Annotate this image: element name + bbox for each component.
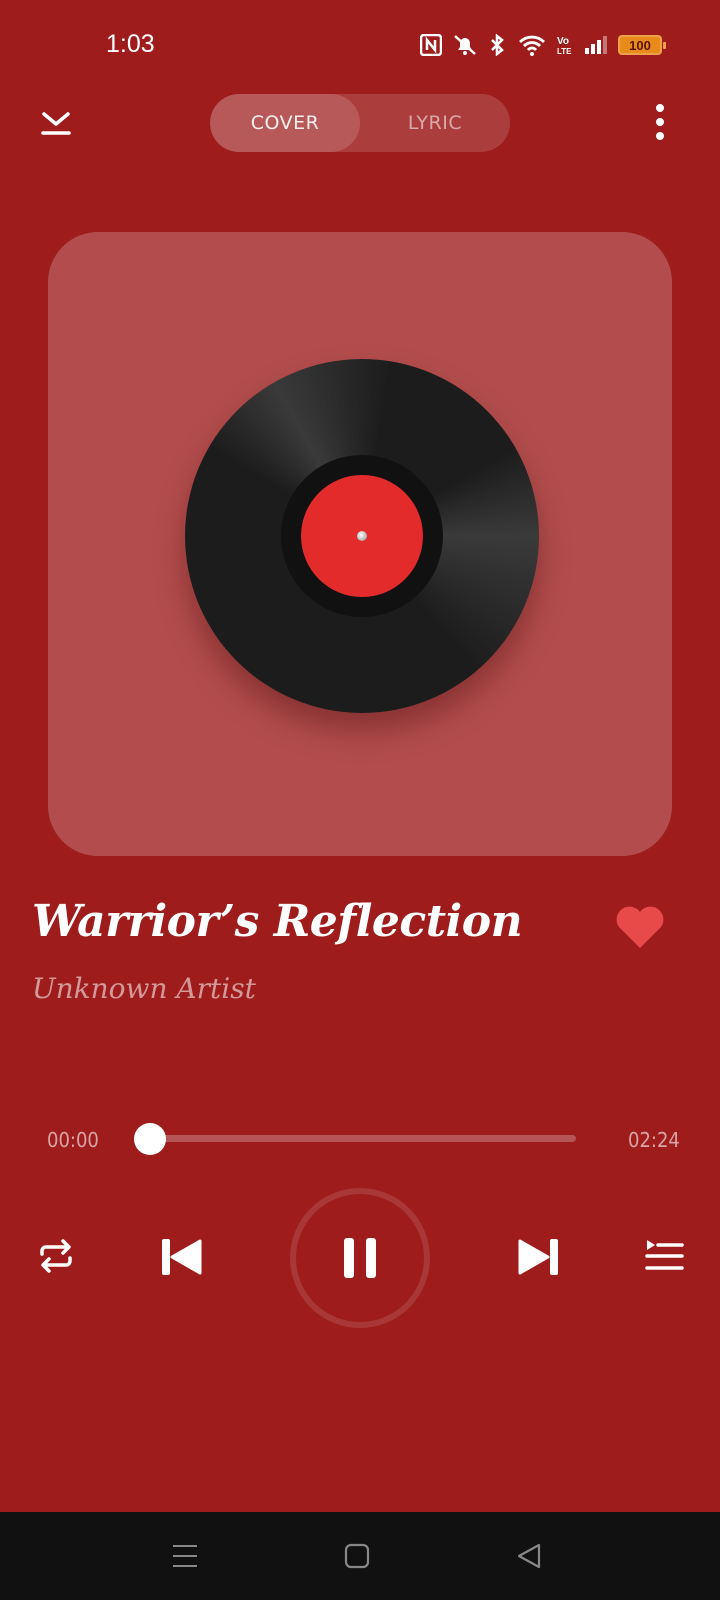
queue-icon xyxy=(645,1240,684,1270)
heart-icon xyxy=(616,906,664,948)
total-time: 02:24 xyxy=(628,1128,680,1152)
progress-track[interactable] xyxy=(150,1135,576,1142)
progress-handle[interactable] xyxy=(134,1123,166,1155)
view-toggle: COVER LYRIC xyxy=(210,94,510,152)
album-cover xyxy=(48,232,672,856)
home-icon xyxy=(344,1543,370,1569)
menu-icon xyxy=(173,1545,197,1567)
queue-button[interactable] xyxy=(644,1238,684,1274)
skip-next-icon xyxy=(518,1239,558,1275)
svg-text:LTE: LTE xyxy=(557,47,572,56)
repeat-icon xyxy=(40,1239,72,1273)
more-options-button[interactable] xyxy=(648,102,672,142)
nav-recents-button[interactable] xyxy=(145,1512,225,1600)
favorite-button[interactable] xyxy=(614,904,666,950)
tab-lyric[interactable]: LYRIC xyxy=(360,94,510,152)
wifi-icon xyxy=(518,34,546,56)
vinyl-record-image xyxy=(185,359,539,713)
play-pause-button[interactable] xyxy=(290,1188,430,1328)
skip-previous-icon xyxy=(162,1239,202,1275)
tab-cover[interactable]: COVER xyxy=(210,94,360,152)
artist-name[interactable]: Unknown Artist xyxy=(32,972,256,1005)
status-icons: Vo LTE 100 xyxy=(420,34,666,56)
mute-icon xyxy=(452,34,478,56)
back-icon xyxy=(517,1543,541,1569)
more-vertical-icon xyxy=(656,104,664,140)
battery-indicator: 100 xyxy=(618,35,666,55)
nfc-icon xyxy=(420,34,442,56)
chevron-down-icon xyxy=(41,112,71,135)
nav-home-button[interactable] xyxy=(317,1512,397,1600)
volte-icon: Vo LTE xyxy=(556,34,574,56)
status-time: 1:03 xyxy=(106,30,155,58)
collapse-button[interactable] xyxy=(38,106,74,142)
current-time: 00:00 xyxy=(47,1128,99,1152)
status-bar: 1:03 Vo LTE 100 xyxy=(0,0,720,92)
vinyl-inner-ring xyxy=(281,455,443,617)
song-title: Warrior’s Reflection xyxy=(32,896,523,947)
vinyl-spindle xyxy=(357,531,367,541)
nav-back-button[interactable] xyxy=(489,1512,569,1600)
repeat-button[interactable] xyxy=(36,1236,76,1276)
previous-button[interactable] xyxy=(160,1237,204,1277)
svg-text:Vo: Vo xyxy=(557,36,569,47)
vinyl-label xyxy=(301,475,423,597)
system-nav-bar xyxy=(0,1512,720,1600)
pause-icon xyxy=(344,1238,376,1278)
next-button[interactable] xyxy=(516,1237,560,1277)
bluetooth-icon xyxy=(488,34,508,56)
signal-icon xyxy=(584,35,608,55)
